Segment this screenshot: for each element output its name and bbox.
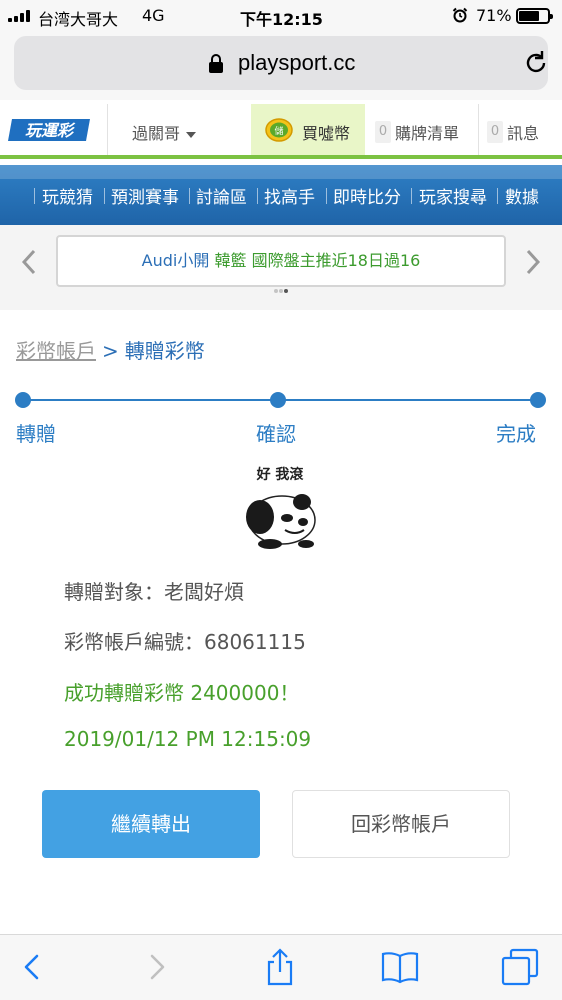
coin-icon: 儲 <box>265 118 293 142</box>
forward-icon[interactable] <box>137 947 177 987</box>
step-label-confirm: 確認 <box>256 422 296 446</box>
lock-icon <box>209 54 223 73</box>
purchase-list-label: 購牌清單 <box>395 124 460 143</box>
nav-item-live-score[interactable]: 即時比分 <box>333 183 401 208</box>
signal-icon <box>8 10 32 22</box>
nav-item-play-guess[interactable]: 玩競猜 <box>42 183 93 208</box>
purchase-list-link[interactable]: 0 購牌清單 <box>365 104 478 156</box>
step-label-transfer: 轉贈 <box>16 422 56 446</box>
header-divider <box>107 104 108 156</box>
ticker-pagination <box>274 289 290 295</box>
main-nav: 玩競猜 預測賽事 討論區 找高手 即時比分 玩家搜尋 數據 <box>0 165 562 225</box>
ticker-headline: 國際盤主推近18日過16 <box>251 251 421 270</box>
messages-count: 0 <box>487 121 503 143</box>
nav-item-data[interactable]: 數據 <box>505 183 539 208</box>
chevron-left-icon[interactable] <box>18 247 40 277</box>
site-logo[interactable]: 玩運彩 <box>8 116 92 144</box>
browser-toolbar <box>0 934 562 1000</box>
ticker-headline-box[interactable]: Audi小開 韓籃 國際盤主推近18日過16 <box>56 235 506 287</box>
messages-label: 訊息 <box>507 124 540 143</box>
battery-level <box>519 11 539 21</box>
success-message: 成功轉贈彩幣 2400000！ <box>64 681 300 705</box>
step-dot <box>15 392 31 408</box>
recipient-line: 轉贈對象：老闆好煩 <box>64 580 244 604</box>
transfer-timestamp: 2019/01/12 PM 12:15:09 <box>64 727 312 751</box>
account-number-line: 彩幣帳戶編號：68061115 <box>64 630 306 654</box>
news-ticker: Audi小開 韓籃 國際盤主推近18日過16 <box>0 225 562 310</box>
bookmarks-icon[interactable] <box>380 947 420 987</box>
caret-down-icon <box>186 131 197 138</box>
battery-icon <box>516 8 553 24</box>
site-header: 玩運彩 過關哥 儲 買噓幣 0 購牌清單 0 訊息 <box>0 104 562 156</box>
ticker-league: 韓籃 <box>214 251 247 270</box>
user-menu-label: 過關哥 <box>132 124 181 143</box>
tabs-icon[interactable] <box>500 947 540 987</box>
address-bar[interactable]: playsport.cc <box>14 36 548 90</box>
back-icon[interactable] <box>12 947 52 987</box>
nav-item-predict[interactable]: 預測賽事 <box>111 183 179 208</box>
carrier-name: 台湾大哥大 <box>38 10 119 29</box>
nav-item-experts[interactable]: 找高手 <box>264 183 315 208</box>
breadcrumb: 彩幣帳戶 > 轉贈彩幣 <box>16 335 205 364</box>
nav-item-player-search[interactable]: 玩家搜尋 <box>419 183 487 208</box>
step-dot <box>530 392 546 408</box>
panda-meme-image: 好 我滾 <box>246 466 316 549</box>
step-dot <box>270 392 286 408</box>
breadcrumb-separator: > <box>102 339 119 363</box>
header-accent-line <box>0 155 562 159</box>
url-text: playsport.cc <box>238 50 356 75</box>
buy-coins-label: 買噓幣 <box>302 124 351 143</box>
svg-text:好 我滾: 好 我滾 <box>256 466 305 483</box>
back-to-account-button[interactable]: 回彩幣帳戶 <box>292 790 510 858</box>
reload-icon[interactable] <box>522 49 550 77</box>
continue-transfer-button[interactable]: 繼續轉出 <box>42 790 260 858</box>
svg-text:玩運彩: 玩運彩 <box>25 121 76 140</box>
messages-link[interactable]: 0 訊息 <box>478 104 562 156</box>
share-icon[interactable] <box>260 947 300 987</box>
buy-coins-button[interactable]: 儲 買噓幣 <box>251 104 365 156</box>
user-menu[interactable]: 過關哥 <box>132 120 197 144</box>
status-bar: 台湾大哥大 4G 下午12:15 71% <box>0 0 562 32</box>
svg-text:儲: 儲 <box>274 125 283 137</box>
battery-percent: 71% <box>476 6 512 25</box>
chevron-right-icon[interactable] <box>522 247 544 277</box>
browser-address-area: playsport.cc <box>0 32 562 100</box>
nav-item-forum[interactable]: 討論區 <box>196 183 247 208</box>
step-label-complete: 完成 <box>496 422 536 446</box>
purchase-list-count: 0 <box>375 121 391 143</box>
network-type: 4G <box>142 6 165 25</box>
alarm-icon <box>452 7 468 23</box>
breadcrumb-current: 轉贈彩幣 <box>124 339 205 363</box>
breadcrumb-link-account[interactable]: 彩幣帳戶 <box>16 339 96 363</box>
ticker-author: Audi小開 <box>141 251 210 270</box>
status-time: 下午12:15 <box>240 10 323 29</box>
